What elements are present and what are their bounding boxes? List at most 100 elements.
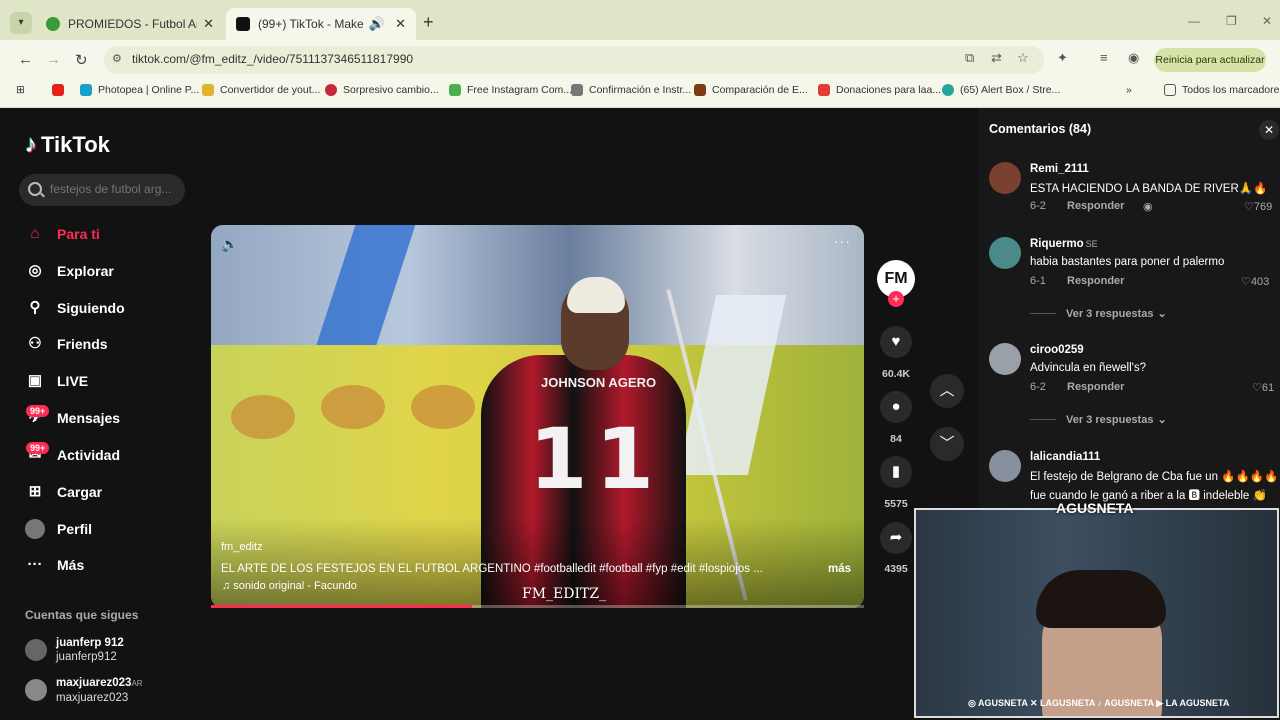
extensions-icon[interactable]: ✦	[1057, 50, 1068, 66]
comment-user[interactable]: Riquermo SE	[1030, 238, 1098, 250]
streamlabs-icon	[942, 84, 954, 96]
bookmark-comparacion[interactable]: Comparación de E...	[694, 84, 808, 96]
comment-like[interactable]: ♡403	[1241, 275, 1269, 288]
profile-icon[interactable]: ◉	[1128, 50, 1139, 66]
url-text[interactable]: tiktok.com/@fm_editz_/video/751113734651…	[132, 52, 413, 66]
bookmark-instagram[interactable]: Free Instagram Com...	[449, 84, 572, 96]
view-replies-label: Ver 3 respuestas	[1066, 413, 1154, 426]
nav-para-ti[interactable]: ⌂ Para ti	[25, 221, 100, 247]
close-tab-icon[interactable]: ✕	[395, 16, 406, 32]
comment-like[interactable]: ♡61	[1252, 381, 1274, 394]
video-player[interactable]: JOHNSON AGERO 11	[211, 225, 864, 608]
tab-tiktok[interactable]: (99+) TikTok - Make Your Da 🔊 ✕	[226, 8, 416, 40]
nav-explorar[interactable]: ◎ Explorar	[25, 258, 114, 284]
view-replies-button[interactable]: Ver 3 respuestas ⌄	[1030, 413, 1167, 426]
video-sound[interactable]: ♫ sonido original - Facundo	[222, 580, 357, 592]
site-info-icon[interactable]: ⚙	[112, 52, 122, 65]
bookmark-sorpresivo[interactable]: Sorpresivo cambio...	[325, 84, 439, 96]
more-bookmarks-icon[interactable]: »	[1126, 84, 1132, 96]
comment-user[interactable]: ciroo0259	[1030, 344, 1084, 356]
account-flag: AR	[131, 678, 143, 688]
previous-video-chevron-up-icon[interactable]: ︿	[930, 374, 964, 408]
nav-cargar[interactable]: ⊞ Cargar	[25, 479, 102, 505]
comment-count: 84	[890, 433, 902, 445]
promiedos-favicon-icon	[46, 17, 60, 31]
instagram-tool-icon	[449, 84, 461, 96]
photopea-icon	[80, 84, 92, 96]
volume-icon[interactable]: 🔈	[221, 236, 238, 253]
all-bookmarks[interactable]: Todos los marcadores	[1164, 84, 1280, 96]
logo-text: TikTok	[41, 132, 110, 157]
speaker-icon[interactable]: 🔊	[369, 16, 385, 32]
home-icon: ⌂	[30, 225, 40, 242]
video-options-icon[interactable]: ···	[834, 233, 851, 249]
bookmark-confirmacion[interactable]: Confirmación e Instr...	[571, 84, 691, 96]
avatar[interactable]	[989, 237, 1021, 269]
reply-button[interactable]: Responder	[1067, 381, 1124, 393]
nav-label: Explorar	[57, 263, 114, 279]
creator-liked-icon: ◉	[1143, 201, 1153, 213]
tab-promiedos[interactable]: PROMIEDOS - Futbol Argentina ✕	[36, 8, 224, 40]
media-control-icon[interactable]: ≡	[1100, 50, 1108, 65]
bookmark-star-icon[interactable]: ☆	[1017, 50, 1029, 66]
nav-perfil[interactable]: Perfil	[25, 516, 92, 542]
new-tab-button[interactable]: +	[423, 12, 434, 33]
following-icon: ⚲	[29, 299, 41, 316]
friends-icon: ⚇	[28, 335, 42, 352]
comment-bubble-icon[interactable]: ●	[880, 391, 912, 423]
bookmark-alertbox[interactable]: (65) Alert Box / Stre...	[942, 84, 1060, 96]
back-icon[interactable]: ←	[18, 51, 33, 68]
live-icon: ▣	[27, 372, 43, 389]
apps-grid-icon[interactable]: ⊞	[16, 84, 25, 96]
page-icon	[694, 84, 706, 96]
nav-label: Para ti	[57, 226, 100, 242]
reload-icon[interactable]: ↻	[75, 51, 88, 69]
video-author[interactable]: fm_editz	[221, 541, 263, 553]
nav-live[interactable]: ▣ LIVE	[25, 368, 88, 394]
comment-user[interactable]: Remi_2111	[1030, 163, 1089, 175]
bookmark-photopea[interactable]: Photopea | Online P...	[80, 84, 199, 96]
avatar[interactable]	[989, 450, 1021, 482]
close-window-icon[interactable]: ✕	[1262, 14, 1272, 28]
comment-user[interactable]: lalicandia111	[1030, 451, 1100, 463]
share-arrow-icon[interactable]: ➦	[880, 522, 912, 554]
follow-plus-icon[interactable]: +	[888, 291, 904, 307]
minimize-icon[interactable]: —	[1188, 14, 1200, 28]
followed-account[interactable]: juanferp 912 juanferp912	[25, 636, 124, 664]
forward-icon[interactable]: →	[46, 51, 61, 68]
tiktok-logo[interactable]: ♪ TikTok	[25, 131, 110, 159]
close-comments-icon[interactable]: ✕	[1259, 120, 1279, 140]
bookmark-save-icon[interactable]: ▮	[880, 456, 912, 488]
nav-friends[interactable]: ⚇ Friends	[25, 331, 108, 357]
caption-more-button[interactable]: más	[828, 563, 851, 575]
nav-mas[interactable]: ··· Más	[25, 552, 85, 578]
next-video-chevron-down-icon[interactable]: ﹀	[930, 427, 964, 461]
bookmark-donaciones[interactable]: Donaciones para laa...	[818, 84, 941, 96]
update-browser-button[interactable]: Reinicia para actualizar	[1154, 48, 1266, 72]
restore-icon[interactable]: ❐	[1226, 14, 1237, 28]
install-app-icon[interactable]: ⧉	[965, 50, 974, 66]
like-heart-icon[interactable]: ♥	[880, 326, 912, 358]
nav-label: Mensajes	[57, 410, 121, 426]
tab-search-button[interactable]: ▾	[10, 12, 32, 34]
nav-siguiendo[interactable]: ⚲ Siguiendo	[25, 295, 125, 321]
search-input[interactable]	[50, 182, 180, 196]
nav-label: Friends	[57, 336, 108, 352]
view-replies-button[interactable]: Ver 3 respuestas ⌄	[1030, 307, 1167, 320]
activity-badge: 99+	[26, 442, 50, 454]
avatar[interactable]	[989, 162, 1021, 194]
bookmark-convertidor[interactable]: Convertidor de yout...	[202, 84, 320, 96]
video-watermark: FM_EDITZ_	[522, 586, 607, 602]
nav-label: Más	[57, 557, 85, 573]
reply-button[interactable]: Responder	[1067, 200, 1124, 212]
reply-button[interactable]: Responder	[1067, 275, 1124, 287]
comment-like[interactable]: ♡769	[1244, 200, 1272, 213]
close-tab-icon[interactable]: ✕	[203, 16, 214, 32]
bookmark-label: Confirmación e Instr...	[589, 84, 692, 96]
followed-account[interactable]: maxjuarez023AR maxjuarez023	[25, 676, 143, 704]
translate-icon[interactable]: ⇄	[991, 50, 1002, 66]
video-progress-fill	[211, 605, 472, 608]
tiktok-favicon-icon	[236, 17, 250, 31]
youtube-bookmark-icon[interactable]	[52, 84, 70, 96]
avatar[interactable]	[989, 343, 1021, 375]
